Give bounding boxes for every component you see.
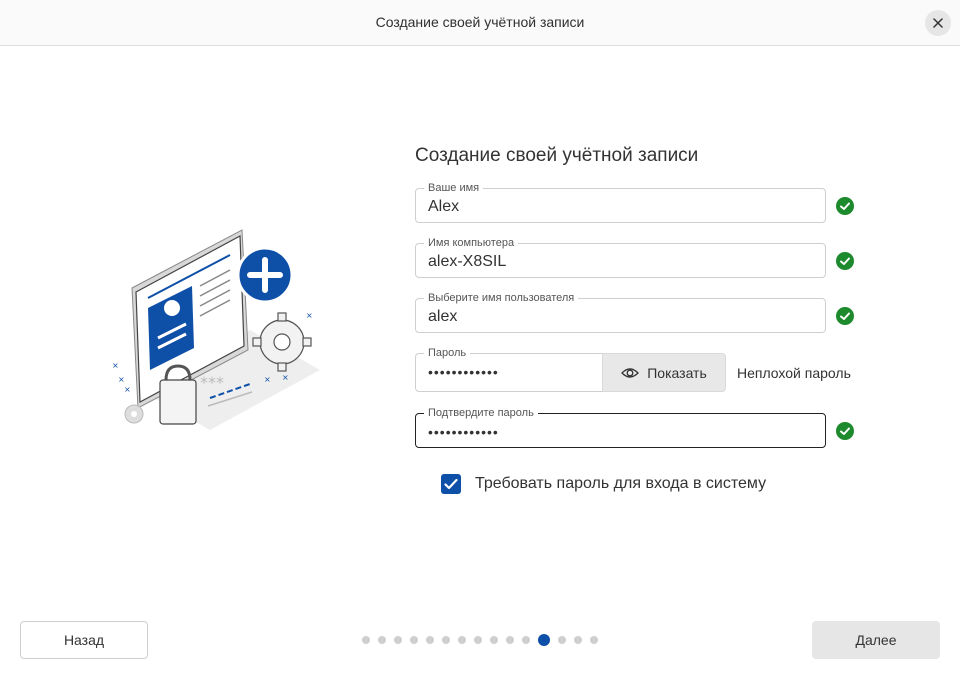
svg-text:×: ×: [306, 311, 313, 320]
progress-dot: [558, 636, 566, 644]
svg-text:***: ***: [200, 373, 224, 392]
password-strength: Неплохой пароль: [737, 365, 851, 381]
progress-dot: [442, 636, 450, 644]
progress-dot: [474, 636, 482, 644]
password-field[interactable]: Пароль ••••••••••••: [415, 346, 603, 392]
progress-dot: [490, 636, 498, 644]
close-button[interactable]: [925, 10, 951, 36]
progress-dot: [426, 636, 434, 644]
name-value: Alex: [428, 198, 460, 215]
progress-dot: [362, 636, 370, 644]
progress-dot: [506, 636, 514, 644]
username-field[interactable]: Выберите имя пользователя alex: [415, 291, 826, 333]
name-valid-icon: [836, 197, 854, 215]
username-value: alex: [428, 308, 458, 325]
progress-dots: [362, 634, 598, 646]
next-button[interactable]: Далее: [812, 621, 940, 659]
progress-dot: [522, 636, 530, 644]
progress-dot-current: [538, 634, 550, 646]
svg-text:×: ×: [112, 361, 119, 370]
progress-dot: [458, 636, 466, 644]
window-title: Создание своей учётной записи: [375, 14, 585, 30]
require-password-row[interactable]: Требовать пароль для входа в систему: [441, 474, 766, 494]
require-password-label: Требовать пароль для входа в систему: [475, 475, 767, 492]
svg-text:×: ×: [118, 375, 125, 384]
close-icon: [933, 18, 943, 28]
require-password-checkbox[interactable]: [441, 474, 461, 494]
username-valid-icon: [836, 307, 854, 325]
svg-text:×: ×: [124, 385, 131, 394]
name-label: Ваше имя: [424, 181, 484, 195]
svg-text:×: ×: [264, 375, 271, 384]
page-heading: Создание своей учётной записи: [415, 145, 699, 166]
computer-name-valid-icon: [836, 252, 854, 270]
confirm-password-value: ••••••••••••: [428, 424, 499, 440]
svg-text:×: ×: [282, 373, 289, 382]
show-password-label: Показать: [647, 364, 707, 381]
name-field[interactable]: Ваше имя Alex: [415, 181, 826, 223]
back-button[interactable]: Назад: [20, 621, 148, 659]
show-password-button[interactable]: Показать: [602, 353, 726, 392]
confirm-valid-icon: [836, 422, 854, 440]
checkmark-icon: [444, 478, 458, 490]
computer-name-field[interactable]: Имя компьютера alex-X8SIL: [415, 236, 826, 278]
account-illustration: *** × × × × × ×: [112, 229, 320, 430]
title-bar: Создание своей учётной записи: [0, 0, 960, 46]
progress-dot: [574, 636, 582, 644]
confirm-password-label: Подтвердите пароль: [424, 406, 538, 420]
progress-dot: [590, 636, 598, 644]
progress-dot: [394, 636, 402, 644]
progress-dot: [410, 636, 418, 644]
username-label: Выберите имя пользователя: [424, 291, 579, 305]
computer-name-value: alex-X8SIL: [428, 253, 507, 270]
confirm-password-field[interactable]: Подтвердите пароль ••••••••••••: [415, 406, 826, 448]
eye-icon: [621, 367, 640, 378]
progress-dot: [378, 636, 386, 644]
computer-name-label: Имя компьютера: [424, 236, 519, 250]
password-value: ••••••••••••: [428, 364, 499, 380]
password-label: Пароль: [424, 346, 471, 360]
